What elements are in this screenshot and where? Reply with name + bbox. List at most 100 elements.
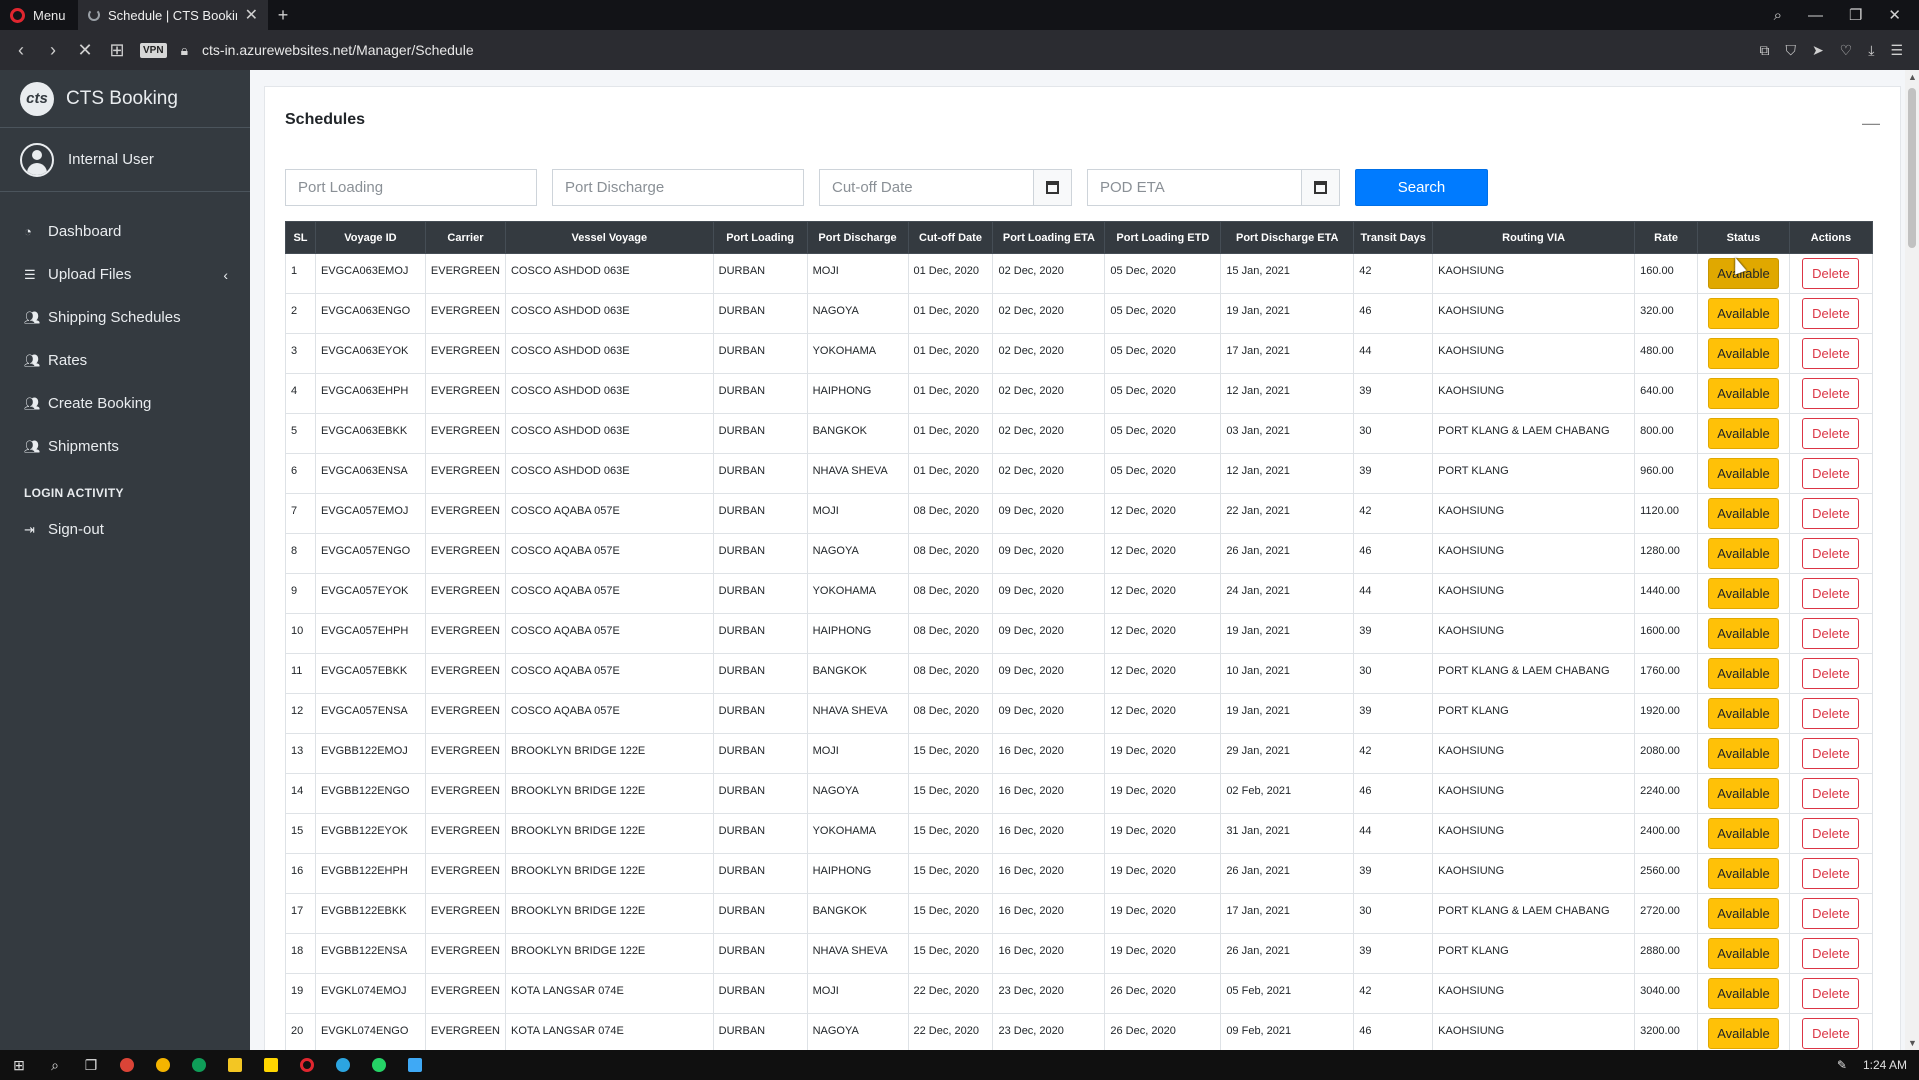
available-button[interactable]: Available [1707, 858, 1779, 889]
opera-icon[interactable] [296, 1054, 318, 1076]
adblock-shield-icon[interactable]: ⛉ [1785, 42, 1796, 59]
send-icon[interactable]: ➤ [1812, 42, 1824, 59]
port-discharge-input[interactable]: Port Discharge [552, 169, 804, 206]
column-header: Port Loading ETD [1104, 221, 1222, 254]
browser-search-icon[interactable]: ⌕ [1774, 7, 1782, 24]
available-button[interactable]: Available [1707, 298, 1779, 329]
delete-button[interactable]: Delete [1802, 498, 1860, 529]
delete-button[interactable]: Delete [1802, 738, 1860, 769]
delete-button[interactable]: Delete [1802, 818, 1860, 849]
easy-setup-icon[interactable]: ☰ [1890, 42, 1903, 59]
delete-button[interactable]: Delete [1802, 538, 1860, 569]
available-button[interactable]: Available [1707, 778, 1779, 809]
delete-button[interactable]: Delete [1802, 298, 1860, 329]
vpn-badge[interactable]: VPN [140, 42, 167, 58]
sidebar-item-shipments[interactable]: 👥︎ Shipments [0, 425, 250, 468]
telegram-icon[interactable] [332, 1054, 354, 1076]
pod-eta-input[interactable]: POD ETA [1087, 169, 1301, 206]
windows-start-icon[interactable]: ⊞ [8, 1054, 30, 1076]
available-button[interactable]: Available [1707, 538, 1779, 569]
available-button[interactable]: Available [1707, 378, 1779, 409]
available-button[interactable]: Available [1707, 618, 1779, 649]
delete-button[interactable]: Delete [1802, 258, 1860, 289]
speed-dial-icon[interactable]: ⊞ [108, 40, 126, 61]
app-icon[interactable] [404, 1054, 426, 1076]
available-button[interactable]: Available [1707, 418, 1779, 449]
page-scrollbar[interactable]: ▲ ▼ [1905, 70, 1919, 1050]
collapse-icon[interactable]: — [1862, 113, 1880, 134]
scroll-up-icon[interactable]: ▲ [1908, 72, 1917, 82]
port-loading-input[interactable]: Port Loading [285, 169, 537, 206]
available-button[interactable]: Available [1707, 658, 1779, 689]
delete-button[interactable]: Delete [1802, 938, 1860, 969]
delete-button[interactable]: Delete [1802, 858, 1860, 889]
tab-close-icon[interactable]: ✕ [245, 5, 258, 25]
restore-icon[interactable]: ❐ [1849, 6, 1862, 24]
heart-icon[interactable]: ♡ [1840, 42, 1853, 59]
cutoff-calendar-button[interactable] [1033, 169, 1072, 206]
scroll-down-icon[interactable]: ▼ [1908, 1038, 1917, 1048]
sidebar-item-upload-files[interactable]: ☰ Upload Files ‹ [0, 253, 250, 296]
delete-button[interactable]: Delete [1802, 898, 1860, 929]
available-button[interactable]: Available [1707, 458, 1779, 489]
available-button[interactable]: Available [1707, 578, 1779, 609]
delete-button[interactable]: Delete [1802, 778, 1860, 809]
available-button[interactable]: Available [1707, 1018, 1779, 1049]
clock[interactable]: 1:24 AM [1863, 1058, 1907, 1072]
delete-button[interactable]: Delete [1802, 978, 1860, 1009]
sticky-notes-icon[interactable] [260, 1054, 282, 1076]
url-field[interactable]: cts-in.azurewebsites.net/Manager/Schedul… [202, 42, 474, 58]
delete-button[interactable]: Delete [1802, 1018, 1860, 1049]
delete-button[interactable]: Delete [1802, 618, 1860, 649]
sidebar-item-dashboard[interactable]: ◔ Dashboard [0, 210, 250, 253]
snapshot-icon[interactable]: ⧉ [1759, 42, 1769, 59]
close-window-icon[interactable]: ✕ [1888, 6, 1901, 24]
sidebar-item-sign-out[interactable]: ⇥ Sign-out [0, 508, 250, 551]
chrome-icon[interactable] [188, 1054, 210, 1076]
pod-eta-calendar-button[interactable] [1301, 169, 1340, 206]
sidebar-item-rates[interactable]: 👥︎ Rates [0, 339, 250, 382]
sidebar-item-shipping-schedules[interactable]: 👥︎ Shipping Schedules [0, 296, 250, 339]
chrome-icon[interactable] [152, 1054, 174, 1076]
available-button[interactable]: Available [1707, 978, 1779, 1009]
new-tab-button[interactable]: + [268, 5, 298, 26]
available-button[interactable]: Available [1707, 938, 1779, 969]
delete-button[interactable]: Delete [1802, 338, 1860, 369]
whatsapp-icon[interactable] [368, 1054, 390, 1076]
available-button[interactable]: Available [1707, 698, 1779, 729]
delete-button[interactable]: Delete [1802, 698, 1860, 729]
table-cell: 17 Jan, 2021 [1220, 893, 1355, 934]
minimize-icon[interactable]: — [1808, 7, 1823, 24]
brand-link[interactable]: cts CTS Booking [0, 70, 250, 128]
file-explorer-icon[interactable] [224, 1054, 246, 1076]
user-panel[interactable]: Internal User [0, 128, 250, 192]
forward-icon[interactable]: › [44, 40, 62, 61]
delete-button[interactable]: Delete [1802, 418, 1860, 449]
table-cell: 26 Jan, 2021 [1220, 533, 1355, 574]
task-view-icon[interactable]: ❐ [80, 1054, 102, 1076]
cutoff-date-input[interactable]: Cut-off Date [819, 169, 1033, 206]
pen-icon[interactable]: ✎ [1837, 1058, 1847, 1072]
available-button[interactable]: Available [1707, 738, 1779, 769]
back-icon[interactable]: ‹ [12, 40, 30, 61]
table-cell: EVERGREEN [425, 853, 506, 894]
available-button[interactable]: Available [1707, 818, 1779, 849]
available-button[interactable]: Available [1707, 898, 1779, 929]
column-header: Port Discharge ETA [1220, 221, 1355, 254]
delete-button[interactable]: Delete [1802, 578, 1860, 609]
browser-tab[interactable]: Schedule | CTS Booking ✕ [78, 0, 268, 30]
delete-button[interactable]: Delete [1802, 658, 1860, 689]
available-button[interactable]: Available [1707, 498, 1779, 529]
delete-button[interactable]: Delete [1802, 458, 1860, 489]
stop-loading-icon[interactable]: ✕ [76, 40, 94, 61]
table-cell: DURBAN [713, 253, 808, 294]
chrome-icon[interactable] [116, 1054, 138, 1076]
browser-menu-button[interactable]: Menu [0, 0, 78, 30]
sidebar-item-create-booking[interactable]: 👥︎ Create Booking [0, 382, 250, 425]
taskbar-search-icon[interactable]: ⌕ [44, 1054, 66, 1076]
download-icon[interactable]: ⤓ [1868, 42, 1874, 59]
available-button[interactable]: Available [1707, 338, 1779, 369]
scrollbar-thumb[interactable] [1908, 88, 1916, 248]
search-button[interactable]: Search [1355, 169, 1488, 206]
delete-button[interactable]: Delete [1802, 378, 1860, 409]
